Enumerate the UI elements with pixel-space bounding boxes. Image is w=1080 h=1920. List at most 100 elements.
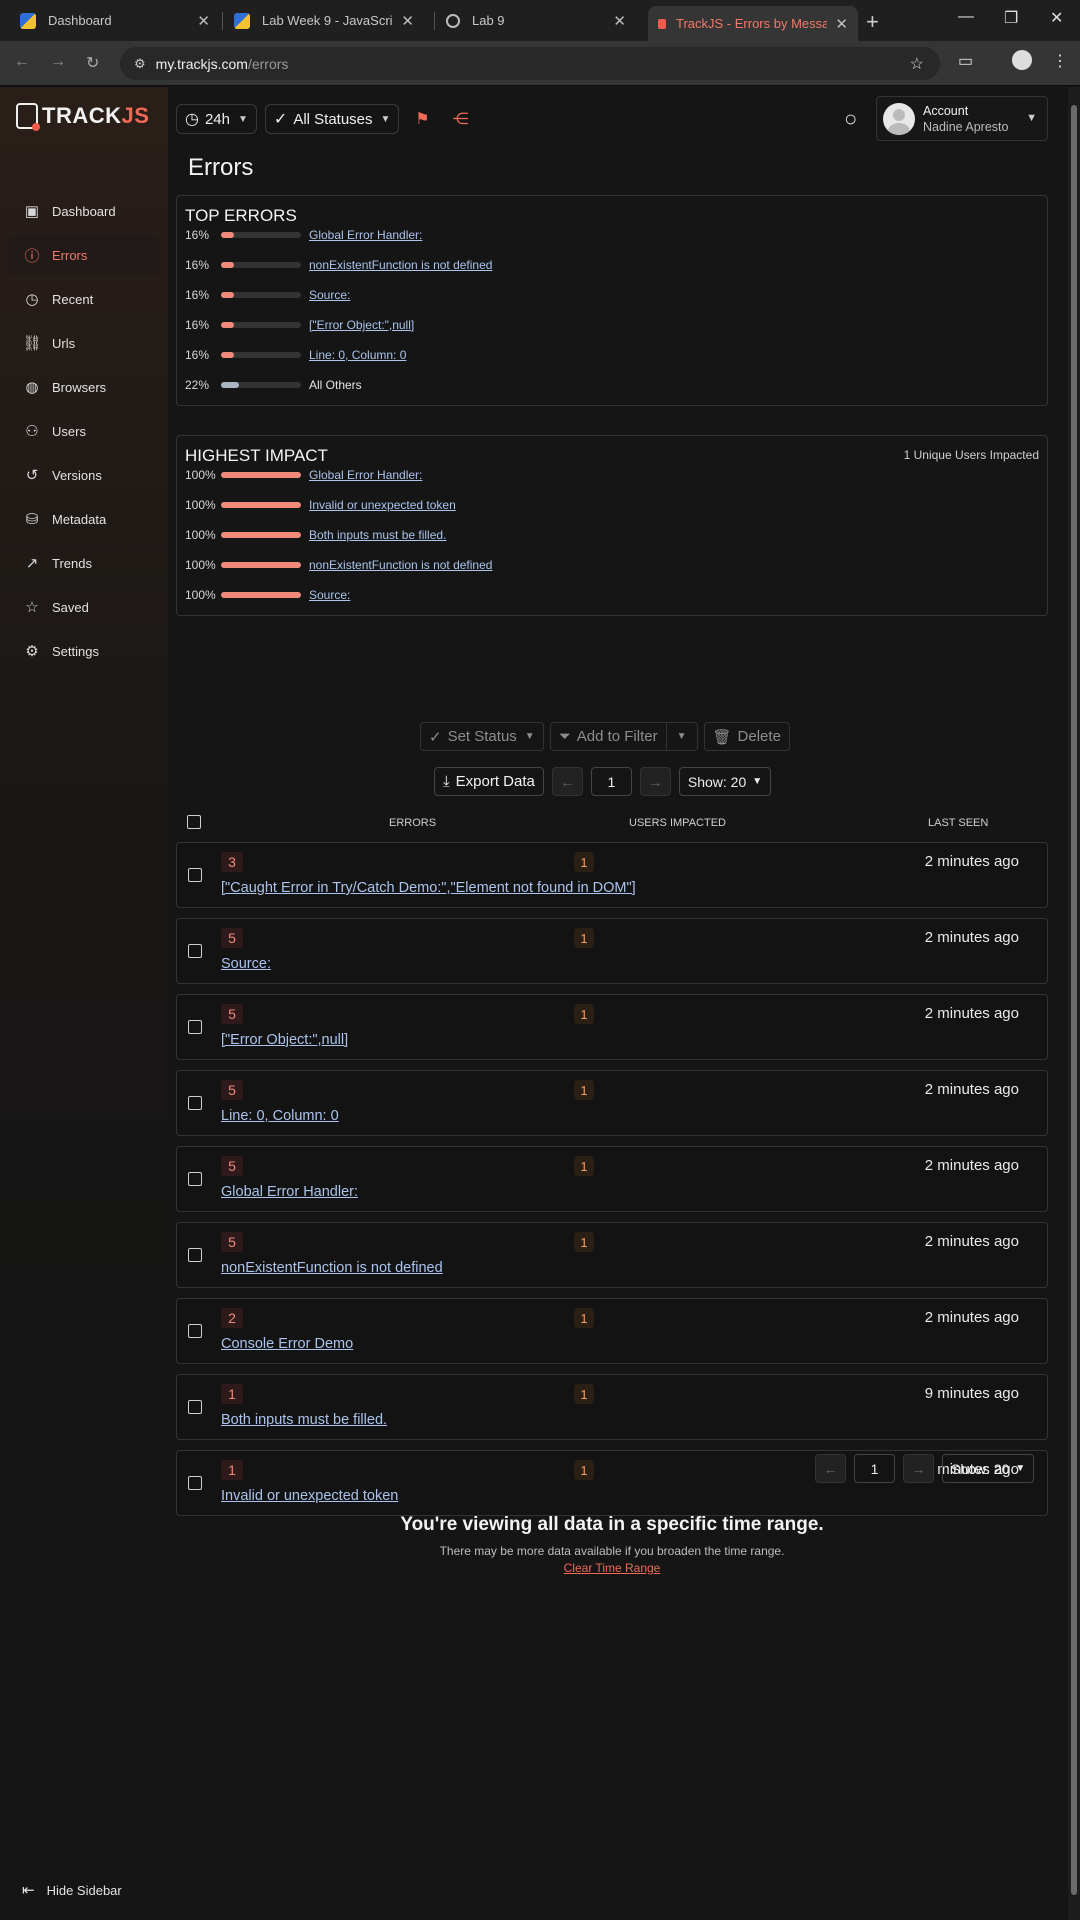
chevron-down-icon[interactable]: ▼ (667, 731, 697, 742)
select-all-checkbox[interactable] (187, 815, 201, 829)
sidebar-item-settings[interactable]: ⚙ Settings (8, 631, 160, 671)
close-tab-icon[interactable]: ✕ (197, 12, 210, 30)
search-icon[interactable]: ○ (844, 106, 857, 132)
table-row[interactable]: 5 1 2 minutes ago ["Error Object:",null] (176, 994, 1048, 1060)
page-size-select[interactable]: Show: 20 ▼ (942, 1454, 1035, 1483)
tab-lab-week-9[interactable]: Lab Week 9 - JavaScript Er ✕ (224, 6, 424, 35)
impact-label[interactable]: nonExistentFunction is not defined (309, 558, 492, 572)
error-message-link[interactable]: ["Caught Error in Try/Catch Demo:","Elem… (221, 880, 636, 896)
page-number-input[interactable]: 1 (854, 1454, 895, 1483)
page-number-input[interactable]: 1 (590, 767, 632, 796)
delete-button[interactable]: 🗑 Delete (703, 722, 790, 751)
sidebar-item-trends[interactable]: ↗ Trends (8, 543, 160, 583)
top-errors-panel: TOP ERRORS 16% Global Error Handler: 16% no… (176, 195, 1048, 406)
prev-page-button[interactable]: ← (815, 1454, 846, 1483)
error-message-link[interactable]: Global Error Handler: (221, 1184, 358, 1200)
menu-dots-icon[interactable]: ⋮ (1052, 51, 1068, 71)
sidebar-item-users[interactable]: ⚇ Users (8, 411, 160, 451)
impact-label[interactable]: Global Error Handler: (309, 468, 422, 482)
error-message-link[interactable]: Both inputs must be filled. (221, 1412, 387, 1428)
sidebar-item-versions[interactable]: ↺ Versions (8, 455, 160, 495)
cast-icon[interactable]: ▭ (958, 51, 973, 71)
clear-time-range-link[interactable]: Clear Time Range (176, 1561, 1048, 1575)
error-message-link[interactable]: Console Error Demo (221, 1336, 353, 1352)
sidebar-item-urls[interactable]: ⛓ Urls (8, 323, 160, 363)
close-tab-icon[interactable]: ✕ (613, 12, 626, 30)
row-checkbox[interactable] (188, 944, 202, 958)
top-error-label[interactable]: Global Error Handler: (309, 228, 422, 242)
table-row[interactable]: 1 1 9 minutes ago Both inputs must be fille… (176, 1374, 1048, 1440)
account-menu[interactable]: Account Nadine Apresto ▼ (876, 96, 1048, 141)
scrollbar[interactable] (1068, 87, 1080, 1920)
sidebar-item-metadata[interactable]: ⛁ Metadata (8, 499, 160, 539)
page-size-select[interactable]: Show: 20 ▼ (678, 767, 772, 796)
sidebar-item-errors[interactable]: ⓘ Errors (8, 235, 160, 275)
error-message-link[interactable]: Line: 0, Column: 0 (221, 1108, 339, 1124)
bookmark-icon[interactable]: ⚑ (407, 104, 437, 134)
table-row[interactable]: 3 1 2 minutes ago ["Caught Error in Try/Cat… (176, 842, 1048, 908)
next-page-button[interactable]: → (639, 767, 671, 796)
sidebar-item-dashboard[interactable]: ▣ Dashboard (8, 191, 160, 231)
top-error-label[interactable]: nonExistentFunction is not defined (309, 258, 492, 272)
minimize-icon[interactable]: — (958, 8, 974, 26)
set-status-button[interactable]: ✓ Set Status ▼ (420, 722, 544, 751)
impact-label[interactable]: Source: (309, 588, 350, 602)
last-seen: 9 minutes ago (924, 1385, 1019, 1402)
error-message-link[interactable]: Source: (221, 956, 271, 972)
row-checkbox[interactable] (188, 1476, 202, 1490)
sidebar-item-browsers[interactable]: ◍ Browsers (8, 367, 160, 407)
restore-icon[interactable]: ❐ (1004, 8, 1018, 28)
impact-percent: 100% (185, 468, 216, 482)
close-tab-icon[interactable]: ✕ (401, 12, 414, 30)
prev-page-button[interactable]: ← (551, 767, 583, 796)
row-checkbox[interactable] (188, 1172, 202, 1186)
row-checkbox[interactable] (188, 1400, 202, 1414)
tab-dashboard[interactable]: Dashboard ✕ (10, 6, 220, 35)
site-info-icon[interactable]: ⚙ (134, 56, 146, 72)
time-range-select[interactable]: ◷ 24h ▼ (176, 104, 257, 134)
row-checkbox[interactable] (188, 1248, 202, 1262)
share-icon[interactable]: ⋲ (445, 104, 475, 134)
url-input[interactable]: ⚙ my.trackjs.com/errors ☆ (120, 47, 940, 80)
forward-icon[interactable]: → (50, 53, 66, 71)
row-checkbox[interactable] (188, 1324, 202, 1338)
table-row[interactable]: 5 1 2 minutes ago Line: 0, Column: 0 (176, 1070, 1048, 1136)
back-icon[interactable]: ← (14, 53, 30, 71)
error-message-link[interactable]: ["Error Object:",null] (221, 1032, 348, 1048)
close-tab-icon[interactable]: ✕ (835, 15, 848, 33)
table-row[interactable]: 5 1 2 minutes ago nonExistentFunction is no… (176, 1222, 1048, 1288)
top-error-label[interactable]: ["Error Object:",null] (309, 318, 414, 332)
top-error-label[interactable]: Source: (309, 288, 350, 302)
table-row[interactable]: 5 1 2 minutes ago Source: (176, 918, 1048, 984)
row-checkbox[interactable] (188, 868, 202, 882)
table-row[interactable]: 2 1 2 minutes ago Console Error Demo (176, 1298, 1048, 1364)
scrollbar-thumb[interactable] (1071, 105, 1077, 1895)
profile-avatar[interactable] (1012, 50, 1032, 70)
sidebar-item-saved[interactable]: ☆ Saved (8, 587, 160, 627)
star-icon: ☆ (25, 599, 39, 616)
error-message-link[interactable]: Invalid or unexpected token (221, 1488, 398, 1504)
impact-bar-fill (221, 592, 301, 598)
trackjs-logo[interactable]: TRACK JS (16, 103, 149, 131)
table-row[interactable]: 5 1 2 minutes ago Global Error Handler: (176, 1146, 1048, 1212)
error-message-link[interactable]: nonExistentFunction is not defined (221, 1260, 443, 1276)
tab-trackjs-errors[interactable]: TrackJS - Errors by Messag ✕ (648, 6, 858, 41)
close-window-icon[interactable]: ✕ (1050, 8, 1063, 28)
reload-icon[interactable]: ↻ (86, 53, 99, 73)
status-filter-select[interactable]: ✓ All Statuses ▼ (264, 104, 400, 134)
hide-sidebar-button[interactable]: ⇤ Hide Sidebar (22, 1881, 122, 1899)
top-error-bar-fill (221, 322, 234, 328)
tab-lab-9[interactable]: Lab 9 ✕ (436, 6, 636, 35)
impact-label[interactable]: Invalid or unexpected token (309, 498, 456, 512)
impact-bar-fill (221, 502, 301, 508)
row-checkbox[interactable] (188, 1096, 202, 1110)
bookmark-star-icon[interactable]: ☆ (910, 54, 924, 74)
top-error-label[interactable]: Line: 0, Column: 0 (309, 348, 406, 362)
next-page-button[interactable]: → (903, 1454, 934, 1483)
sidebar-item-recent[interactable]: ◷ Recent (8, 279, 160, 319)
export-data-button[interactable]: ⤓ Export Data (434, 767, 544, 796)
add-to-filter-button[interactable]: ⏷ Add to Filter ▼ (549, 722, 698, 751)
impact-label[interactable]: Both inputs must be filled. (309, 528, 446, 542)
row-checkbox[interactable] (188, 1020, 202, 1034)
new-tab-icon[interactable]: + (866, 9, 879, 35)
